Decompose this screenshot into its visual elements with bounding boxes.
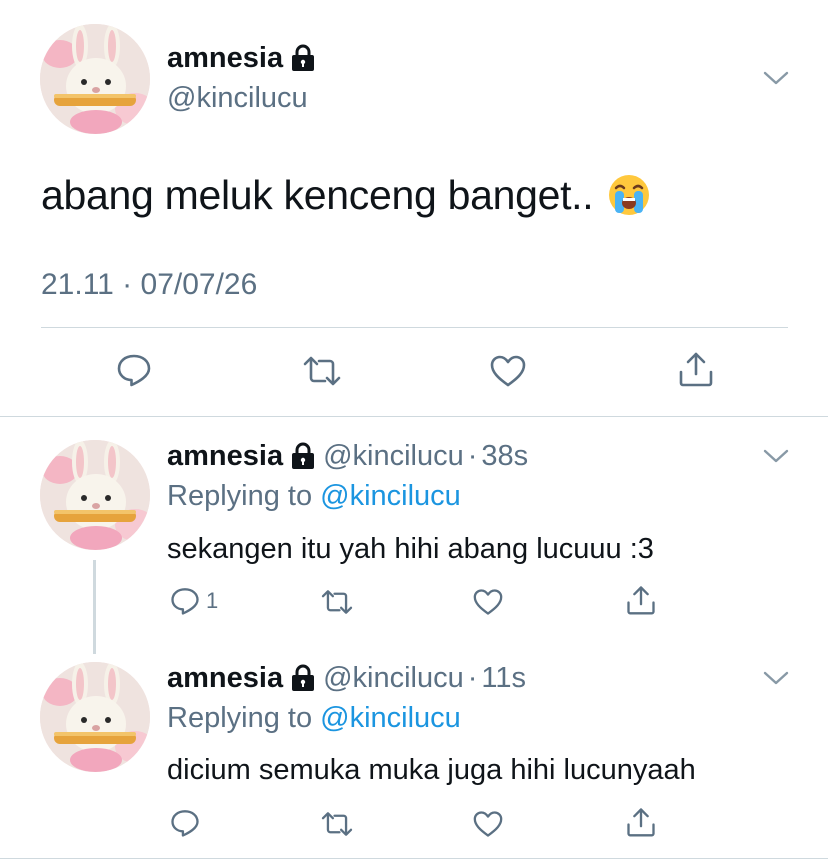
retweet-button[interactable]	[320, 810, 354, 838]
reply-text: dicium semuka muka juga hihi lucunyaah	[167, 754, 696, 786]
retweet-icon	[321, 590, 353, 614]
reply-header: amnesia @kincilucu · 11s	[167, 660, 526, 696]
handle[interactable]: @kincilucu	[323, 660, 464, 696]
reply-icon	[117, 354, 151, 387]
relative-time[interactable]: 38s	[481, 438, 528, 474]
like-button[interactable]	[472, 588, 504, 616]
reply-count: 1	[206, 588, 219, 613]
avatar[interactable]	[40, 662, 150, 772]
handle[interactable]: @kincilucu	[167, 80, 308, 116]
like-button[interactable]	[472, 810, 504, 838]
like-button[interactable]	[489, 354, 527, 388]
handle[interactable]: @kincilucu	[323, 438, 464, 474]
avatar[interactable]	[40, 440, 150, 550]
avatar[interactable]	[40, 24, 150, 134]
bunny-avatar-image	[40, 440, 150, 550]
replying-to-label: Replying to	[167, 480, 313, 512]
replying-to-label: Replying to	[167, 702, 313, 734]
replying-to-handle[interactable]: @kincilucu	[320, 480, 461, 512]
display-name[interactable]: amnesia	[167, 660, 283, 696]
like-icon	[473, 811, 503, 837]
chevron-down-icon[interactable]	[763, 670, 789, 686]
display-name[interactable]: amnesia	[167, 40, 283, 76]
retweet-icon	[303, 356, 341, 386]
retweet-icon	[321, 812, 353, 836]
separator-dot: ·	[467, 662, 478, 694]
chevron-down-icon[interactable]	[763, 70, 789, 86]
reply-text: sekangen itu yah hihi abang lucuuu :3	[167, 533, 654, 565]
share-button[interactable]	[626, 584, 656, 616]
reply-button[interactable]	[170, 808, 200, 838]
replying-to: Replying to @kincilucu	[167, 478, 461, 514]
share-icon	[679, 352, 713, 387]
share-icon	[627, 586, 655, 615]
reply-button[interactable]	[116, 352, 152, 388]
share-button[interactable]	[678, 350, 714, 388]
retweet-button[interactable]	[302, 354, 342, 388]
bunny-avatar-image	[40, 24, 150, 134]
separator-dot: ·	[467, 440, 478, 472]
display-name[interactable]: amnesia	[167, 438, 283, 474]
loudly-crying-face-emoji	[609, 175, 650, 215]
bunny-avatar-image	[40, 662, 150, 772]
divider	[0, 416, 828, 417]
lock-icon	[292, 442, 315, 469]
reply-icon	[171, 588, 199, 615]
lock-icon	[292, 44, 315, 71]
reply-icon	[171, 810, 199, 837]
share-button[interactable]	[626, 806, 656, 838]
share-icon	[627, 808, 655, 837]
thread-line	[93, 560, 96, 654]
replying-to: Replying to @kincilucu	[167, 700, 461, 736]
display-name-row[interactable]: amnesia	[167, 40, 315, 76]
reply-button[interactable]: 1	[170, 586, 218, 616]
chevron-down-icon[interactable]	[763, 448, 789, 464]
tweet-text-row: abang meluk kenceng banget..	[41, 170, 651, 220]
like-icon	[473, 589, 503, 615]
retweet-button[interactable]	[320, 588, 354, 616]
tweet-text: abang meluk kenceng banget..	[41, 172, 594, 218]
replying-to-handle[interactable]: @kincilucu	[320, 702, 461, 734]
divider	[41, 327, 788, 328]
relative-time[interactable]: 11s	[481, 660, 526, 696]
divider	[0, 858, 828, 859]
reply-header: amnesia @kincilucu · 38s	[167, 438, 528, 474]
tweet-timestamp[interactable]: 21.11 · 07/07/26	[41, 266, 257, 304]
lock-icon	[292, 664, 315, 691]
like-icon	[490, 355, 526, 387]
